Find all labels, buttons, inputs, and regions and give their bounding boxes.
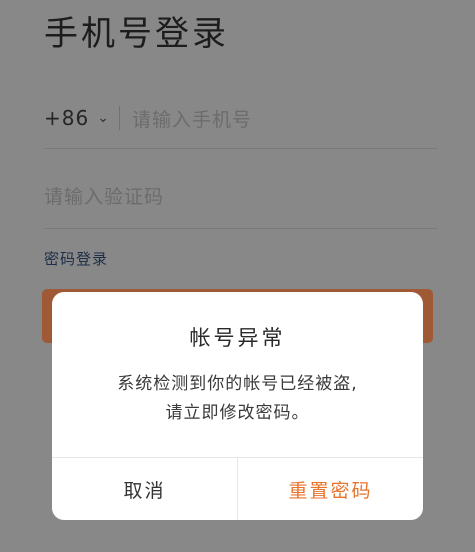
dialog-actions: 取消 重置密码 (52, 457, 423, 520)
reset-password-button[interactable]: 重置密码 (238, 458, 423, 520)
dialog-message: 系统检测到你的帐号已经被盗, 请立即修改密码。 (72, 370, 403, 428)
account-abnormal-dialog: 帐号异常 系统检测到你的帐号已经被盗, 请立即修改密码。 取消 重置密码 (52, 292, 423, 520)
cancel-button[interactable]: 取消 (52, 458, 238, 520)
dialog-title: 帐号异常 (189, 326, 286, 350)
dialog-message-line: 请立即修改密码。 (165, 403, 310, 423)
dialog-message-line: 系统检测到你的帐号已经被盗, (117, 374, 358, 394)
